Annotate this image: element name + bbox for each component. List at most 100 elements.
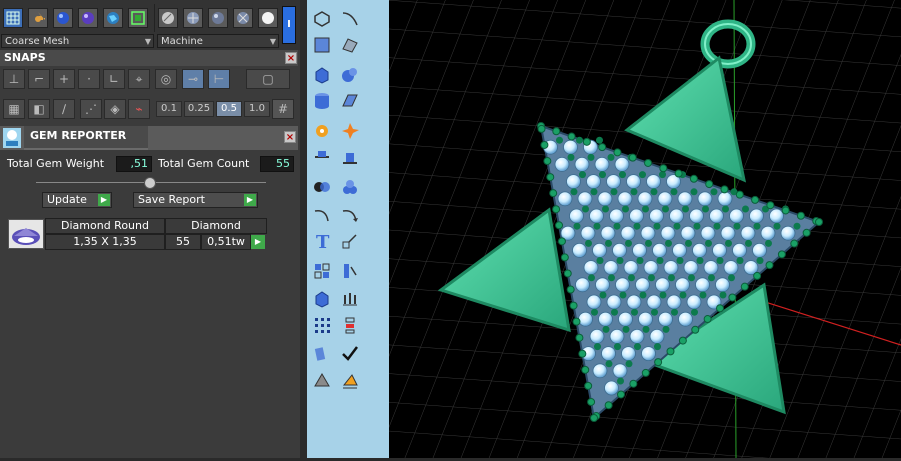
- edge-prong: [777, 250, 786, 259]
- sphere-wire-icon[interactable]: [183, 8, 203, 28]
- gray-sphere-icon[interactable]: [158, 8, 178, 28]
- gem: [600, 225, 616, 241]
- cursor-icon[interactable]: ⌁: [128, 99, 150, 119]
- gem: [740, 225, 756, 241]
- rail-icon[interactable]: [337, 258, 363, 284]
- tilt-icon[interactable]: [337, 368, 363, 394]
- grid-dots-icon[interactable]: [309, 312, 335, 338]
- plane-snap-icon[interactable]: ◈: [104, 99, 126, 119]
- cube-icon[interactable]: [309, 62, 335, 88]
- move-gizmo-icon[interactable]: [28, 8, 48, 28]
- edge-prong: [569, 301, 578, 310]
- prong: [642, 205, 649, 213]
- globe-icon[interactable]: [103, 8, 123, 28]
- close-icon[interactable]: ×: [285, 52, 297, 64]
- tolerance-1-0[interactable]: 1.0: [244, 101, 270, 117]
- prong: [619, 171, 626, 179]
- plane-icon[interactable]: [337, 88, 363, 114]
- blue-sphere-icon[interactable]: [53, 8, 73, 28]
- mesh-mode-select[interactable]: Coarse Mesh ▼: [1, 34, 154, 48]
- snap-point-icon[interactable]: ·: [78, 69, 100, 89]
- play-icon[interactable]: ▶: [251, 235, 265, 249]
- check-icon[interactable]: [337, 340, 363, 366]
- prong: [594, 343, 601, 351]
- update-button[interactable]: Update ▶: [42, 192, 112, 208]
- wireframe-grid-icon[interactable]: [3, 8, 23, 28]
- gem: [680, 225, 696, 241]
- grid-toggle-icon[interactable]: #: [272, 99, 294, 119]
- save-report-button[interactable]: Save Report ▶: [133, 192, 258, 208]
- prongs-icon[interactable]: [337, 286, 363, 312]
- grid-icon[interactable]: ▦: [3, 99, 25, 119]
- gem: [689, 208, 704, 224]
- polygon-icon[interactable]: [309, 6, 335, 32]
- bend-icon[interactable]: [309, 340, 335, 366]
- prong: [708, 274, 715, 282]
- white-sphere-icon[interactable]: [258, 8, 278, 28]
- dotted-line-icon[interactable]: ⋰: [80, 99, 102, 119]
- gem: [657, 191, 673, 207]
- snap-midpoint-icon[interactable]: ⊸: [182, 69, 204, 89]
- panel-splitter[interactable]: [36, 177, 266, 189]
- snap-center-icon[interactable]: ◎: [155, 69, 177, 89]
- splitter-handle-icon[interactable]: [144, 177, 156, 189]
- scale-icon[interactable]: [337, 228, 363, 254]
- edge-prong: [689, 174, 698, 183]
- viewport-3d[interactable]: [389, 0, 901, 459]
- layer-icon[interactable]: [337, 312, 363, 338]
- box-icon[interactable]: [309, 286, 335, 312]
- text-icon[interactable]: T: [309, 228, 335, 254]
- snap-tangent-icon[interactable]: ⌐: [28, 69, 50, 89]
- curve-icon[interactable]: [337, 6, 363, 32]
- info-button[interactable]: I: [282, 6, 296, 44]
- prong: [593, 222, 601, 230]
- purple-sphere-icon[interactable]: [78, 8, 98, 28]
- snaps-title: SNAPS: [4, 51, 46, 64]
- gem: [623, 260, 639, 276]
- sphere-slash-icon[interactable]: [233, 8, 253, 28]
- gem: [669, 208, 684, 224]
- spheres-icon[interactable]: [337, 62, 363, 88]
- align-bottom-icon[interactable]: [337, 144, 363, 170]
- array-icon[interactable]: [309, 258, 335, 284]
- gem: [695, 277, 710, 293]
- gear-icon[interactable]: [309, 118, 335, 144]
- rectangle-view-icon[interactable]: [128, 8, 148, 28]
- edge-prong: [765, 261, 774, 270]
- play-icon: ▶: [244, 194, 256, 206]
- arc-icon[interactable]: [309, 202, 335, 228]
- snap-line-icon[interactable]: ⊢: [208, 69, 230, 89]
- close-icon[interactable]: ×: [284, 131, 296, 143]
- prong: [682, 205, 689, 213]
- explode-icon[interactable]: [337, 118, 363, 144]
- snap-frame-icon[interactable]: ▢: [246, 69, 290, 89]
- gem-set-icon[interactable]: [337, 174, 363, 200]
- gem: [594, 156, 610, 172]
- align-icon[interactable]: [309, 144, 335, 170]
- snap-corner-icon[interactable]: ∟: [103, 69, 125, 89]
- edge-prong: [590, 414, 598, 422]
- boolean-icon[interactable]: [309, 174, 335, 200]
- material-mode-select[interactable]: Machine ▼: [157, 34, 279, 48]
- cube-snap-icon[interactable]: ◧: [28, 99, 50, 119]
- snap-cross-icon[interactable]: +: [53, 69, 75, 89]
- tolerance-0-25[interactable]: 0.25: [184, 101, 214, 117]
- gem: [595, 277, 610, 293]
- dark-sphere-icon[interactable]: [208, 8, 228, 28]
- cylinder-icon[interactable]: [309, 88, 335, 114]
- gem: [629, 328, 645, 344]
- tolerance-0-5[interactable]: 0.5: [216, 101, 242, 117]
- brush-icon[interactable]: ∕: [53, 99, 75, 119]
- gem: [589, 208, 604, 224]
- prong: [625, 360, 633, 368]
- box-select-icon[interactable]: [309, 32, 335, 58]
- gem: [574, 156, 590, 172]
- tolerance-0-1[interactable]: 0.1: [156, 101, 182, 117]
- prong: [605, 360, 613, 368]
- snap-perpendicular-icon[interactable]: ⊥: [3, 69, 25, 89]
- arc-arrow-icon[interactable]: [337, 202, 363, 228]
- surface-icon[interactable]: [337, 32, 363, 58]
- edge-prong: [563, 269, 572, 278]
- snap-target-icon[interactable]: ⌖: [128, 69, 150, 89]
- cone-icon[interactable]: [309, 368, 335, 394]
